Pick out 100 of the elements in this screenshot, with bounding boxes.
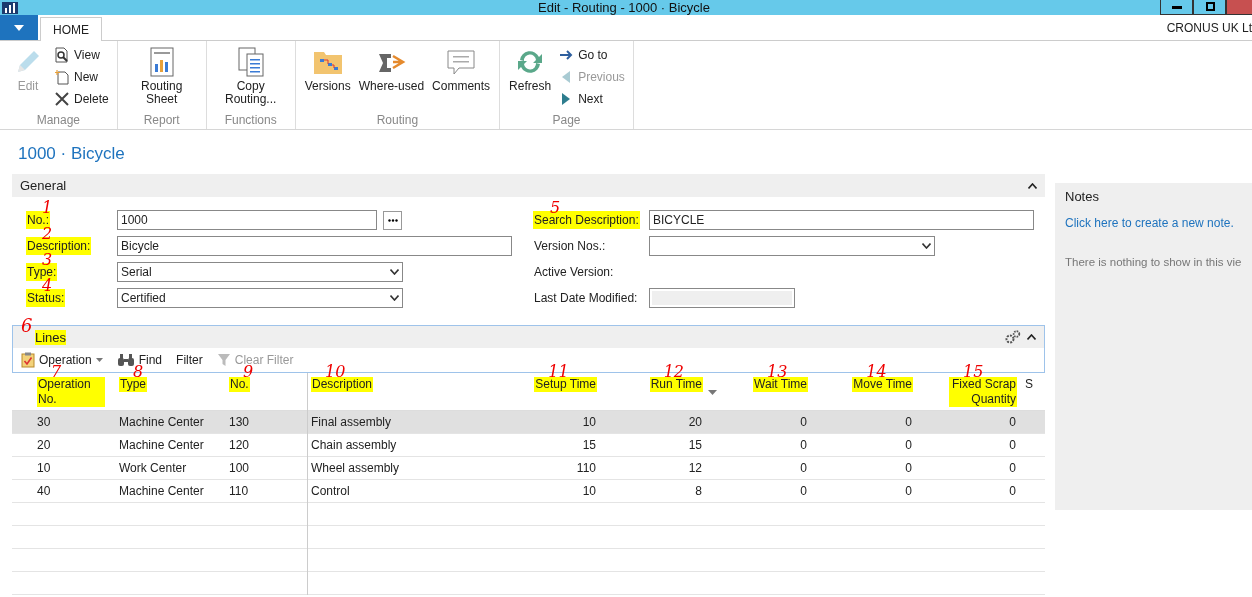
table-cell: 12	[688, 461, 702, 475]
delete-icon	[54, 91, 70, 107]
ribbon-button[interactable]: Next	[556, 89, 627, 109]
ribbon-group-label: Report	[143, 113, 180, 127]
app-icon	[2, 1, 18, 14]
table-cell: 0	[1009, 415, 1016, 429]
table-cell: 0	[905, 438, 912, 452]
field-label: Version Nos.:	[533, 238, 607, 255]
table-cell: 0	[800, 415, 807, 429]
annotation-number: 10	[325, 364, 346, 380]
collapse-icon[interactable]	[1027, 334, 1036, 340]
ribbon-tab[interactable]: HOME	[40, 17, 102, 41]
column-header[interactable]: Description	[311, 377, 374, 392]
column-header[interactable]: S	[1024, 377, 1034, 392]
table-row[interactable]: 10 Work Center 100 Wheel assembly 110 12 0 0 0	[12, 457, 1045, 480]
annotation-number: 12	[663, 364, 684, 380]
settings-icon[interactable]	[1005, 330, 1021, 344]
table-cell: 0	[905, 415, 912, 429]
chevron-down-icon	[922, 243, 931, 249]
table-cell: 10	[582, 415, 596, 429]
column-header[interactable]: No.	[229, 377, 250, 392]
chevron-down-icon	[390, 269, 399, 275]
company-name: CRONUS UK Lt	[1166, 20, 1252, 35]
column-header[interactable]: Operation No.	[37, 377, 105, 407]
ribbon-button[interactable]: Delete	[52, 89, 111, 109]
text-field[interactable]: Bicycle	[117, 236, 512, 256]
table-cell: 110	[229, 484, 249, 498]
table-cell: Control	[311, 484, 350, 498]
ribbon-button[interactable]: Comments	[429, 45, 494, 94]
ribbon-button[interactable]: View	[52, 45, 111, 65]
table-row[interactable]: 20 Machine Center 120 Chain assembly 15 15 0 0 0	[12, 434, 1045, 457]
table-cell: 110	[576, 461, 596, 475]
table-cell: 130	[229, 415, 250, 429]
ribbon-button[interactable]: Where-used	[355, 45, 428, 94]
empty-message: There is nothing to show in this vie	[1065, 256, 1242, 268]
ribbon-button[interactable]: Go to	[556, 45, 627, 65]
text-field[interactable]: 1000	[117, 210, 377, 230]
table-cell: 0	[905, 484, 912, 498]
binoculars-icon	[116, 353, 135, 367]
column-header[interactable]: Type	[119, 377, 147, 392]
table-cell: 0	[905, 461, 912, 475]
table-cell: 8	[695, 484, 702, 498]
table-cell: 0	[1009, 484, 1016, 498]
restore-button[interactable]	[1193, 0, 1226, 15]
minimize-button[interactable]	[1160, 0, 1193, 15]
ribbon-button[interactable]: Copy Routing...	[212, 45, 289, 107]
table-cell: Work Center	[119, 461, 187, 475]
ribbon-button[interactable]: Routing Sheet	[123, 45, 200, 107]
ribbon-button[interactable]: New	[52, 67, 111, 87]
annotation-number: 11	[548, 364, 569, 380]
table-cell: 0	[800, 484, 807, 498]
dropdown-field[interactable]: Serial	[117, 262, 403, 282]
annotation-number: 8	[133, 364, 144, 380]
table-cell: 10	[582, 484, 596, 498]
column-header[interactable]: Setup Time	[534, 377, 597, 392]
ribbon-button[interactable]: Refresh	[506, 45, 555, 94]
collapse-icon[interactable]	[1028, 182, 1037, 189]
page-title: 1000 · Bicycle	[17, 143, 126, 165]
table-cell: 0	[800, 461, 807, 475]
dropdown-field[interactable]	[649, 236, 935, 256]
column-header[interactable]: Wait Time	[753, 377, 808, 392]
table-cell: 100	[229, 461, 250, 475]
column-header[interactable]: Move Time	[852, 377, 913, 392]
table-cell: 0	[1009, 438, 1016, 452]
new-document-icon	[54, 69, 70, 85]
section-title: Lines	[35, 329, 67, 345]
table-cell: 10	[37, 461, 51, 475]
magnifier-icon	[54, 47, 70, 63]
table-cell: 120	[229, 438, 250, 452]
ribbon-group-label: Routing	[376, 113, 419, 127]
new-note-link[interactable]: Click here to create a new note.	[1065, 216, 1252, 230]
window-title: Edit - Routing - 1000 · Bicycle	[538, 0, 710, 15]
table-cell: Final assembly	[311, 415, 392, 429]
field-label: Last Date Modified:	[533, 290, 639, 307]
table-row[interactable]: 30 Machine Center 130 Final assembly 10 20 0 0 0	[12, 411, 1045, 434]
section-header[interactable]: General	[12, 174, 1045, 197]
column-header[interactable]: Fixed Scrap Quantity	[949, 377, 1017, 407]
text-field[interactable]: BICYCLE	[649, 210, 1034, 230]
app-menu-button[interactable]	[0, 15, 38, 40]
ribbon-button[interactable]: Versions	[301, 45, 354, 94]
column-header[interactable]: Run Time	[649, 377, 703, 392]
funnel-icon	[216, 353, 231, 367]
ribbon-group-label: Manage	[36, 113, 81, 127]
annotation-number: 14	[866, 364, 887, 380]
table-cell: Machine Center	[119, 484, 204, 498]
ribbon-group-label: Functions	[224, 113, 277, 127]
table-row[interactable]: 40 Machine Center 110 Control 10 8 0 0 0	[12, 480, 1045, 503]
field-label: Active Version:	[533, 264, 615, 281]
lookup-button[interactable]	[383, 210, 402, 230]
table-cell: 20	[37, 438, 51, 452]
toolbar-button[interactable]: Operation	[21, 352, 103, 368]
ribbon-group-label: Page	[552, 113, 581, 127]
table-cell: 40	[37, 484, 51, 498]
toolbar-button[interactable]: Filter	[176, 353, 203, 367]
minimize-icon	[1171, 5, 1182, 9]
annotation-number: 9	[243, 364, 254, 380]
table-cell: Wheel assembly	[311, 461, 400, 475]
chevron-down-icon	[390, 295, 399, 301]
caret-icon	[14, 24, 24, 31]
dropdown-field[interactable]: Certified	[117, 288, 403, 308]
